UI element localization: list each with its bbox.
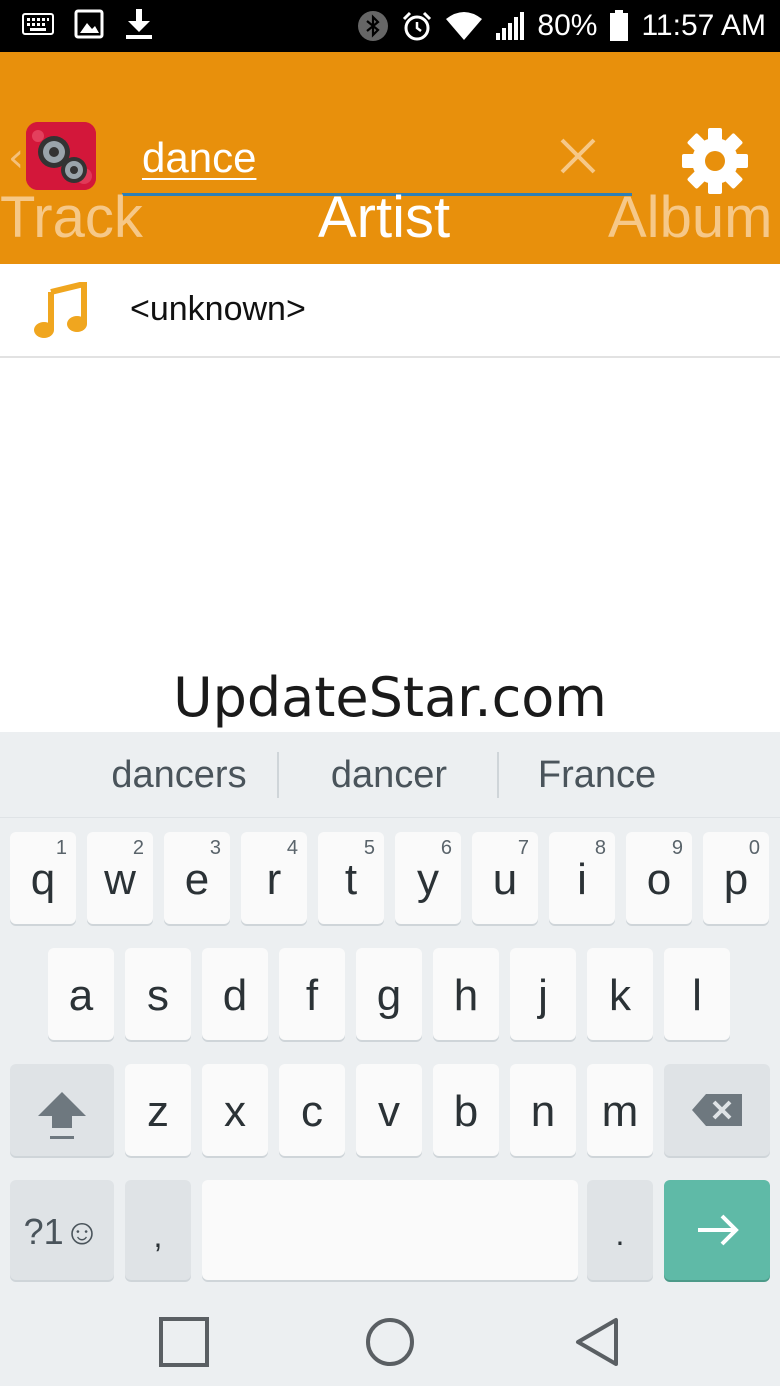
key-g[interactable]: g — [356, 948, 422, 1040]
clock: 11:57 AM — [641, 9, 766, 42]
key-char: h — [453, 971, 479, 1020]
key-char: z — [147, 1087, 169, 1136]
key-s[interactable]: s — [125, 948, 191, 1040]
key-char: d — [222, 971, 248, 1020]
keyboard-icon — [22, 13, 54, 35]
symbols-label: ?1☺ — [10, 1208, 114, 1256]
key-char: f — [305, 971, 319, 1020]
key-q[interactable]: 1q — [10, 832, 76, 924]
key-d[interactable]: d — [202, 948, 268, 1040]
key-y[interactable]: 6y — [395, 832, 461, 924]
watermark: UpdateStar.com — [173, 666, 607, 729]
key-char: y — [417, 855, 439, 904]
key-char: n — [530, 1087, 556, 1136]
space-bar[interactable] — [202, 1180, 578, 1280]
key-r[interactable]: 4r — [241, 832, 307, 924]
key-char: q — [30, 855, 56, 904]
tab-track[interactable]: Track — [0, 186, 143, 250]
key-u[interactable]: 7u — [472, 832, 538, 924]
emoji-icon: ☺ — [63, 1211, 101, 1252]
key-a[interactable]: a — [48, 948, 114, 1040]
backspace-key[interactable] — [664, 1064, 770, 1156]
suggestion-bar: dancers dancer France — [0, 732, 780, 818]
suggestion-1[interactable]: dancers — [70, 750, 288, 800]
key-char: m — [601, 1087, 639, 1136]
key-w[interactable]: 2w — [87, 832, 153, 924]
wifi-icon — [446, 12, 483, 40]
navigation-bar — [0, 1298, 780, 1386]
tab-album[interactable]: Album — [608, 186, 772, 250]
key-char: . — [615, 1216, 625, 1252]
key-char: , — [153, 1218, 163, 1254]
symbols-text: ?1 — [23, 1211, 64, 1252]
key-char: w — [104, 855, 136, 904]
list-item[interactable]: <unknown> — [0, 264, 780, 358]
suggestion-divider — [277, 752, 279, 798]
key-char: r — [266, 855, 282, 904]
key-x[interactable]: x — [202, 1064, 268, 1156]
key-char: c — [301, 1087, 323, 1136]
key-l[interactable]: l — [664, 948, 730, 1040]
app-logo-icon[interactable] — [26, 122, 96, 190]
key-char: i — [577, 855, 587, 904]
key-char: k — [609, 971, 631, 1020]
key-char: x — [224, 1087, 246, 1136]
key-char: j — [538, 971, 548, 1020]
key-k[interactable]: k — [587, 948, 653, 1040]
key-f[interactable]: f — [279, 948, 345, 1040]
key-n[interactable]: n — [510, 1064, 576, 1156]
back-triangle-icon[interactable] — [570, 1314, 626, 1370]
image-icon — [74, 9, 104, 39]
key-m[interactable]: m — [587, 1064, 653, 1156]
battery-icon — [610, 10, 629, 41]
backspace-icon — [692, 1094, 742, 1126]
clear-icon[interactable] — [554, 132, 602, 180]
status-bar: 80% 11:57 AM — [0, 0, 780, 52]
suggestion-2[interactable]: dancer — [280, 750, 498, 800]
download-icon — [126, 9, 152, 39]
search-input[interactable] — [142, 130, 542, 186]
key-char: u — [492, 855, 518, 904]
key-c[interactable]: c — [279, 1064, 345, 1156]
period-key[interactable]: . — [587, 1180, 653, 1280]
key-char: e — [184, 855, 210, 904]
key-o[interactable]: 9o — [626, 832, 692, 924]
symbols-key[interactable]: ?1☺ — [10, 1180, 114, 1280]
comma-key[interactable]: , — [125, 1180, 191, 1280]
shift-arrow-icon — [38, 1092, 86, 1139]
suggestion-3[interactable]: France — [488, 750, 706, 800]
tab-artist[interactable]: Artist — [318, 186, 450, 250]
soft-keyboard: dancers dancer France 1q 2w 3e 4r 5t 6y … — [0, 732, 780, 1298]
key-t[interactable]: 5t — [318, 832, 384, 924]
enter-key[interactable] — [664, 1180, 770, 1280]
back-chevron-icon[interactable]: ‹ — [8, 138, 24, 178]
alarm-icon — [403, 11, 432, 41]
key-char: g — [376, 971, 402, 1020]
home-circle-icon[interactable] — [362, 1314, 418, 1370]
key-e[interactable]: 3e — [164, 832, 230, 924]
bluetooth-icon — [358, 11, 389, 41]
key-b[interactable]: b — [433, 1064, 499, 1156]
key-char: s — [147, 971, 169, 1020]
key-char: v — [378, 1087, 400, 1136]
key-z[interactable]: z — [125, 1064, 191, 1156]
key-char: p — [723, 855, 749, 904]
key-char: o — [646, 855, 672, 904]
shift-key[interactable] — [10, 1064, 114, 1156]
key-char: a — [68, 971, 94, 1020]
arrow-right-icon — [698, 1214, 739, 1246]
key-v[interactable]: v — [356, 1064, 422, 1156]
key-char: l — [692, 971, 702, 1020]
recents-square-icon[interactable] — [156, 1314, 212, 1370]
music-note-icon — [34, 282, 87, 338]
key-p[interactable]: 0p — [703, 832, 769, 924]
list-item-label: <unknown> — [130, 290, 306, 328]
key-char: b — [453, 1087, 479, 1136]
key-i[interactable]: 8i — [549, 832, 615, 924]
battery-percent: 80% — [537, 9, 598, 42]
key-j[interactable]: j — [510, 948, 576, 1040]
key-h[interactable]: h — [433, 948, 499, 1040]
key-char: t — [344, 855, 358, 904]
signal-icon — [496, 12, 525, 40]
